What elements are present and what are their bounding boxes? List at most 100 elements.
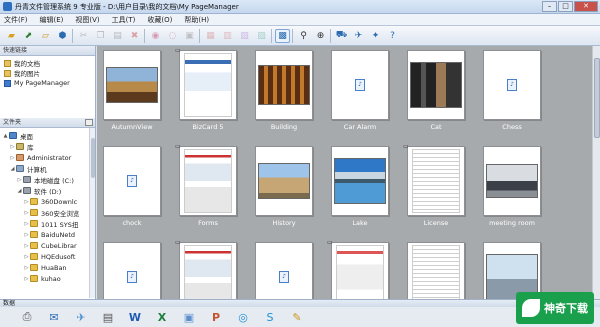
stack-marker-icon: ▭ (327, 239, 333, 246)
menu-tools[interactable]: 工具(T) (112, 15, 136, 25)
quick-link-my-pictures[interactable]: 我的图片 (0, 68, 95, 78)
thumbnail-frame[interactable]: ♪ (103, 146, 161, 216)
expand-toggle-icon[interactable]: ▷ (23, 232, 30, 238)
tree-item[interactable]: ▷ kuhao (0, 273, 95, 284)
zoom-out-icon[interactable]: ⚲ (296, 29, 311, 43)
cut-icon[interactable]: ✂ (76, 29, 91, 43)
thumbnail-frame[interactable] (331, 242, 389, 299)
browser-icon[interactable]: ◎ (234, 309, 252, 325)
scroll-thumb[interactable] (594, 58, 600, 138)
tree-item[interactable]: ◢ 计算机 (0, 163, 95, 174)
thumbnail-frame[interactable]: ♪ (103, 242, 161, 299)
scanner-icon[interactable]: ▤ (99, 309, 117, 325)
fax-icon[interactable]: ✈ (351, 29, 366, 43)
menu-help[interactable]: 帮助(H) (184, 15, 209, 25)
expand-toggle-icon[interactable]: ▷ (23, 221, 30, 227)
quick-link-my-pagemanager[interactable]: My PageManager (0, 78, 95, 88)
tree-item[interactable]: ▲ 桌面 (0, 130, 95, 141)
thumbnail-view-icon[interactable]: ▩ (275, 28, 290, 43)
network-icon[interactable]: ⬢ (55, 29, 70, 43)
new-folder-icon[interactable]: ▰ (4, 29, 19, 43)
tree-item[interactable]: ▷ HuaBan (0, 262, 95, 273)
ocr-icon[interactable]: ▨ (254, 29, 269, 43)
thumbnail-frame[interactable] (407, 242, 465, 299)
quick-link-my-documents[interactable]: 我的文档 (0, 58, 95, 68)
rotate-icon[interactable]: ◌ (165, 29, 180, 43)
expand-toggle-icon[interactable]: ▷ (9, 144, 16, 150)
expand-toggle-icon[interactable]: ▷ (23, 276, 30, 282)
thumbnail-frame[interactable] (255, 50, 313, 120)
copy-icon[interactable]: ❐ (93, 29, 108, 43)
thumbnail-frame[interactable] (407, 146, 465, 216)
expand-toggle-icon[interactable]: ▷ (23, 254, 30, 260)
close-pane-button[interactable] (85, 119, 93, 126)
expand-toggle-icon[interactable]: ▷ (23, 265, 30, 271)
tree-item[interactable]: ▷ 1011 SYS扭 (0, 218, 95, 229)
unstack-icon[interactable]: ▥ (220, 29, 235, 43)
tree-item[interactable]: ▷ 360Downlc (0, 196, 95, 207)
print-icon[interactable]: ▣ (182, 29, 197, 43)
thumbnail-frame[interactable] (483, 146, 541, 216)
image-preview (410, 62, 462, 108)
folder-up-icon[interactable]: ▱ (38, 29, 53, 43)
thumbnail-frame[interactable] (179, 50, 237, 120)
expand-toggle-icon[interactable]: ▷ (16, 177, 23, 183)
stack-icon[interactable]: ▦ (203, 29, 218, 43)
expand-toggle-icon[interactable]: ▷ (23, 210, 30, 216)
open-icon[interactable]: ⬈ (21, 29, 36, 43)
menu-favorites[interactable]: 收藏(O) (147, 15, 172, 25)
thumbnail-frame[interactable]: ♪ (331, 50, 389, 120)
printer-icon[interactable]: ⎙ (18, 309, 36, 325)
tree-item[interactable]: ◢ 软件 (D:) (0, 185, 95, 196)
skype-icon[interactable]: S (261, 309, 279, 325)
delete-icon[interactable]: ✖ (127, 29, 142, 43)
scroll-thumb[interactable] (91, 138, 95, 178)
send-icon[interactable]: ⛟ (334, 29, 349, 43)
menu-file[interactable]: 文件(F) (4, 15, 28, 25)
scan-icon[interactable]: ◉ (148, 29, 163, 43)
mail-icon[interactable]: ✈ (72, 309, 90, 325)
pin-icon[interactable]: ✦ (368, 29, 383, 43)
expand-toggle-icon[interactable]: ▲ (2, 133, 9, 139)
minimize-button[interactable]: – (542, 1, 557, 12)
tree-item[interactable]: ▷ 库 (0, 141, 95, 152)
tree-item[interactable]: ▷ 本地磁盘 (C:) (0, 174, 95, 185)
expand-toggle-icon[interactable]: ▷ (23, 199, 30, 205)
thumbnail-frame[interactable] (179, 146, 237, 216)
tree-item[interactable]: ▷ 360安全浏览 (0, 207, 95, 218)
thumbnail-frame[interactable]: ♪ (483, 50, 541, 120)
thumbnail-pane: AutumnView ▭ BizCard 5 Building ♪ Car Alarm Ca… (97, 46, 592, 299)
expand-toggle-icon[interactable]: ▷ (9, 155, 16, 161)
thumbnail-frame[interactable] (103, 50, 161, 120)
thumbnail-frame[interactable] (407, 50, 465, 120)
content-scrollbar[interactable] (592, 46, 600, 299)
maximize-button[interactable]: □ (558, 1, 573, 12)
expand-toggle-icon[interactable]: ◢ (16, 188, 23, 194)
image-preview (334, 158, 386, 204)
powerpoint-icon[interactable]: P (207, 309, 225, 325)
close-button[interactable]: ✕ (574, 1, 598, 12)
expand-toggle-icon[interactable]: ◢ (9, 166, 16, 172)
help-icon[interactable]: ? (385, 29, 400, 43)
thumbnail-frame[interactable] (255, 146, 313, 216)
tree-item[interactable]: ▷ HQEdusoft (0, 251, 95, 262)
annotate-icon[interactable]: ▧ (237, 29, 252, 43)
menu-edit[interactable]: 编辑(E) (40, 15, 64, 25)
tree-scrollbar[interactable] (89, 128, 95, 298)
tree-item[interactable]: ▷ CubeLibrar (0, 240, 95, 251)
thumbnail-frame[interactable] (179, 242, 237, 299)
thumbnail-frame[interactable]: ♪ (255, 242, 313, 299)
zoom-in-icon[interactable]: ⊕ (313, 29, 328, 43)
thumbnail-frame[interactable] (331, 146, 389, 216)
tree-item[interactable]: ▷ Administrator (0, 152, 95, 163)
paste-icon[interactable]: ▤ (110, 29, 125, 43)
word-icon[interactable]: W (126, 309, 144, 325)
excel-icon[interactable]: X (153, 309, 171, 325)
thumbnail-frame[interactable] (483, 242, 541, 299)
image-editor-icon[interactable]: ▣ (180, 309, 198, 325)
tree-item[interactable]: ▷ BaiduNetd (0, 229, 95, 240)
menu-view[interactable]: 视图(V) (75, 15, 99, 25)
tools-icon[interactable]: ✎ (288, 309, 306, 325)
fax-send-icon[interactable]: ✉ (45, 309, 63, 325)
expand-toggle-icon[interactable]: ▷ (23, 243, 30, 249)
